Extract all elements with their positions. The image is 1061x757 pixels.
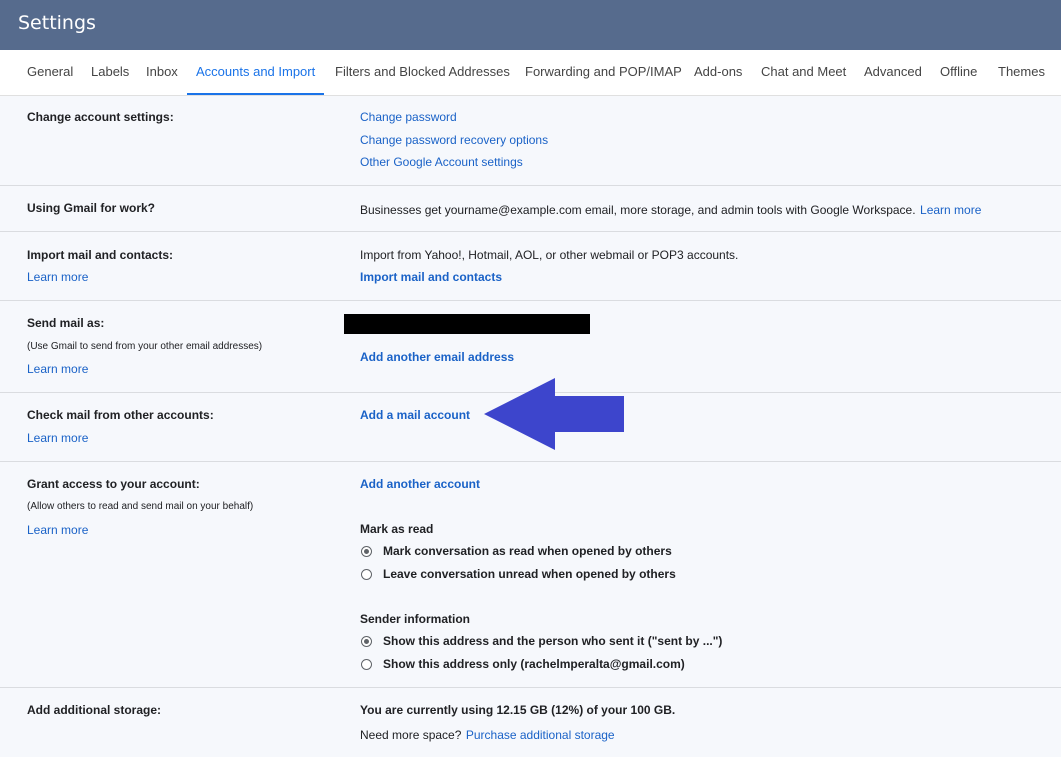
mark-as-read-heading: Mark as read bbox=[360, 522, 434, 536]
change-account-label: Change account settings: bbox=[27, 110, 174, 124]
settings-tabs: General Labels Inbox Accounts and Import… bbox=[0, 50, 1061, 96]
grant-access-label: Grant access to your account: bbox=[27, 477, 200, 491]
mark-read-radio[interactable] bbox=[361, 546, 372, 557]
tab-themes[interactable]: Themes bbox=[998, 50, 1045, 94]
tab-chat-and-meet[interactable]: Chat and Meet bbox=[761, 50, 846, 94]
check-mail-learn-more[interactable]: Learn more bbox=[27, 431, 88, 445]
import-mail-link[interactable]: Import mail and contacts bbox=[360, 270, 502, 284]
add-email-address-link[interactable]: Add another email address bbox=[360, 350, 514, 364]
page-title: Settings bbox=[18, 12, 96, 34]
add-mail-account-link[interactable]: Add a mail account bbox=[360, 408, 470, 422]
change-recovery-link[interactable]: Change password recovery options bbox=[360, 133, 548, 147]
gmail-work-line: Businesses get yourname@example.com emai… bbox=[360, 201, 981, 219]
left-arrow-icon bbox=[484, 378, 624, 450]
storage-usage: You are currently using 12.15 GB (12%) o… bbox=[360, 703, 676, 717]
section-import bbox=[0, 232, 1061, 301]
tab-general[interactable]: General bbox=[27, 50, 73, 94]
tab-filters[interactable]: Filters and Blocked Addresses bbox=[335, 50, 510, 94]
storage-line: Need more space? Purchase additional sto… bbox=[360, 726, 615, 744]
change-password-link[interactable]: Change password bbox=[360, 110, 457, 124]
mark-read-label: Mark conversation as read when opened by… bbox=[383, 544, 672, 558]
tab-add-ons[interactable]: Add-ons bbox=[694, 50, 742, 94]
grant-access-note: (Allow others to read and send mail on y… bbox=[27, 501, 254, 512]
import-label: Import mail and contacts: bbox=[27, 248, 174, 262]
gmail-work-label: Using Gmail for work? bbox=[27, 201, 156, 215]
show-address-only-label: Show this address only (rachelmperalta@g… bbox=[383, 657, 685, 671]
storage-prompt: Need more space? bbox=[360, 728, 462, 742]
tab-inbox[interactable]: Inbox bbox=[146, 50, 178, 94]
tab-accounts-and-import[interactable]: Accounts and Import bbox=[186, 50, 325, 95]
check-mail-label: Check mail from other accounts: bbox=[27, 408, 214, 422]
storage-label: Add additional storage: bbox=[27, 703, 162, 717]
google-account-settings-link[interactable]: Other Google Account settings bbox=[360, 155, 523, 169]
gmail-work-text: Businesses get yourname@example.com emai… bbox=[360, 203, 916, 217]
leave-unread-label: Leave conversation unread when opened by… bbox=[383, 567, 676, 581]
sender-info-heading: Sender information bbox=[360, 612, 471, 626]
leave-unread-radio[interactable] bbox=[361, 569, 372, 580]
show-address-only-radio[interactable] bbox=[361, 659, 372, 670]
send-as-learn-more[interactable]: Learn more bbox=[27, 362, 88, 376]
tab-advanced[interactable]: Advanced bbox=[864, 50, 922, 94]
show-sender-radio[interactable] bbox=[361, 636, 372, 647]
show-sender-label: Show this address and the person who sen… bbox=[383, 634, 723, 648]
import-text: Import from Yahoo!, Hotmail, AOL, or oth… bbox=[360, 248, 739, 262]
purchase-storage-link[interactable]: Purchase additional storage bbox=[466, 728, 615, 742]
gmail-work-learn-more[interactable]: Learn more bbox=[920, 203, 981, 217]
send-as-label: Send mail as: bbox=[27, 316, 105, 330]
grant-access-learn-more[interactable]: Learn more bbox=[27, 523, 88, 537]
redacted-email bbox=[344, 314, 590, 334]
add-another-account-link[interactable]: Add another account bbox=[360, 477, 480, 491]
tab-offline[interactable]: Offline bbox=[940, 50, 977, 94]
send-as-note: (Use Gmail to send from your other email… bbox=[27, 341, 263, 352]
tab-labels[interactable]: Labels bbox=[91, 50, 129, 94]
tab-forwarding[interactable]: Forwarding and POP/IMAP bbox=[525, 50, 682, 94]
header-bar: Settings bbox=[0, 0, 1061, 50]
import-learn-more[interactable]: Learn more bbox=[27, 270, 88, 284]
